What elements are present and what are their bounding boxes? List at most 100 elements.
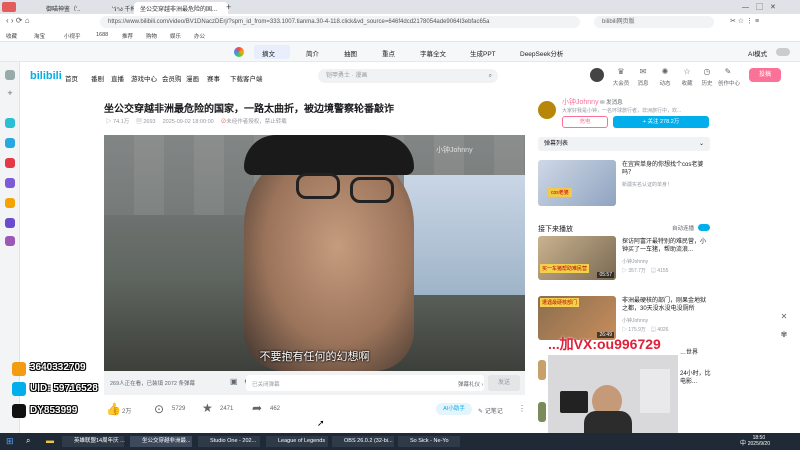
dynamic-icon[interactable]: ✺: [658, 67, 672, 76]
creator-icon[interactable]: ✎: [721, 67, 735, 76]
nav-item[interactable]: 会员购: [162, 73, 182, 83]
taskbar-item[interactable]: Studio One - 202...: [198, 436, 260, 447]
app-float-icon[interactable]: ✾: [778, 330, 790, 342]
more-icon[interactable]: ⋮: [518, 404, 526, 413]
taskbar-item[interactable]: So Sick - Ne-Yo: [398, 436, 460, 447]
video-card-title[interactable]: 24小时，比电影...: [680, 370, 716, 386]
video-card-author[interactable]: 小钟Johnny: [622, 258, 648, 265]
danmaku-input[interactable]: 已关闭弹幕 弹幕礼仪 ›: [246, 375, 484, 391]
upload-button[interactable]: 投稿: [749, 68, 781, 82]
app-icon[interactable]: [5, 236, 15, 246]
etiquette-link[interactable]: 弹幕礼仪 ›: [458, 380, 483, 388]
tool-item[interactable]: 抽图: [344, 48, 357, 58]
home-icon[interactable]: [5, 70, 15, 80]
history-icon[interactable]: ◷: [700, 67, 714, 76]
favorite-star-icon[interactable]: ★: [202, 401, 213, 415]
video-card-title[interactable]: 非洲最硬核的部门，刚果金地狱之都，30天没水没电没厕所: [622, 297, 710, 313]
video-card-thumbnail[interactable]: [538, 360, 546, 380]
uploader-avatar[interactable]: [538, 101, 556, 119]
video-card-title[interactable]: …世界: [680, 349, 716, 357]
bookmark-item[interactable]: 淘宝: [34, 32, 45, 40]
bookmark-item[interactable]: 购物: [146, 32, 157, 40]
app-icon[interactable]: [5, 138, 15, 148]
send-danmaku-button[interactable]: 发送: [488, 375, 520, 391]
video-card-thumbnail[interactable]: [538, 402, 546, 422]
tool-item[interactable]: 生成PPT: [470, 48, 496, 58]
browser-search-input[interactable]: bilibili网页版: [594, 16, 714, 28]
nav-buttons[interactable]: ‹ › ⟳ ⌂: [6, 16, 30, 25]
app-icon[interactable]: [5, 178, 15, 188]
bookmark-item[interactable]: 1688: [96, 32, 108, 38]
ad-title[interactable]: 在宜宾单身的你想找个cos老婆吗？: [622, 161, 712, 177]
ai-assistant-button[interactable]: AI小助手: [436, 403, 472, 415]
bili-search-input[interactable]: 铠甲勇士 · 漫画 ⌕: [318, 69, 498, 83]
start-icon[interactable]: ⊞: [6, 436, 14, 447]
tab-active[interactable]: 坐公交穿越非洲最危险的国...: [134, 2, 228, 14]
tool-item[interactable]: 简介: [306, 48, 319, 58]
ime-indicator[interactable]: 中: [740, 438, 746, 447]
bookmark-item[interactable]: 娱乐: [170, 32, 181, 40]
notes-button[interactable]: ✎ 记笔记: [478, 406, 503, 415]
coin-icon[interactable]: ⊙: [154, 402, 164, 416]
app-icon[interactable]: [5, 198, 15, 208]
user-avatar[interactable]: [590, 68, 604, 82]
browser-toolbar-icons[interactable]: ✂ ☆ ⋮ ≡: [730, 17, 759, 25]
extension-logo-icon[interactable]: [234, 47, 244, 57]
tab-1[interactable]: 御喵神鉴（'..: [40, 2, 102, 14]
bus-window: [404, 175, 525, 295]
taskbar-item[interactable]: 英雄联盟14周年庆 ...: [62, 436, 125, 447]
tool-item[interactable]: 重点: [382, 48, 395, 58]
nav-item[interactable]: 游戏中心: [131, 73, 157, 83]
taskbar-item[interactable]: League of Legends: [266, 436, 328, 447]
message-icon[interactable]: ✉: [636, 67, 650, 76]
profile-icon[interactable]: [2, 2, 16, 12]
share-icon[interactable]: ➦: [252, 401, 262, 415]
autoplay-toggle[interactable]: [698, 224, 710, 231]
vip-icon[interactable]: ♛: [614, 67, 628, 76]
nav-item[interactable]: 首页: [65, 73, 78, 83]
nav-item[interactable]: 漫画: [186, 73, 199, 83]
video-card-author[interactable]: 小钟Johnny: [622, 317, 648, 324]
tool-item[interactable]: 摘文: [262, 48, 275, 58]
thumb-caption: 遭遇最硬核部门: [540, 298, 580, 307]
taskbar-item[interactable]: 坐公交穿越非洲最...: [130, 436, 192, 447]
like-icon[interactable]: 👍: [106, 402, 121, 416]
danmaku-list-toggle[interactable]: 弹幕列表 ⌄: [538, 137, 710, 151]
system-clock[interactable]: 18:50 2025/9/20: [748, 435, 770, 447]
nav-item[interactable]: 直播: [111, 73, 124, 83]
ad-thumbnail[interactable]: cos老婆: [538, 160, 616, 206]
charge-button[interactable]: 充电: [562, 116, 608, 128]
window-controls[interactable]: — ▢ ✕: [742, 2, 776, 12]
video-card-thumbnail[interactable]: 买一车猪帮助难民营 05:57: [538, 236, 616, 280]
app-icon[interactable]: [5, 158, 15, 168]
ai-mode-toggle[interactable]: [776, 48, 790, 56]
app-icon[interactable]: [5, 118, 15, 128]
bookmark-item[interactable]: 小视乎: [64, 32, 81, 40]
new-tab-icon[interactable]: +: [226, 2, 231, 12]
send-message-link[interactable]: ✉ 发消息: [600, 98, 623, 106]
url-field[interactable]: https://www.bilibili.com/video/BV1DNaczD…: [100, 16, 580, 28]
favorite-icon[interactable]: ☆: [680, 67, 694, 76]
uploader-name[interactable]: 小钟Johnny: [562, 97, 599, 107]
nav-item[interactable]: 番剧: [91, 73, 104, 83]
bookmark-item[interactable]: 收藏: [6, 32, 17, 40]
app-icon[interactable]: [5, 218, 15, 228]
tool-item[interactable]: DeepSeek分析: [520, 48, 563, 58]
header-label: 创作中心: [717, 81, 740, 87]
share-float-icon[interactable]: ✕: [778, 312, 790, 324]
tool-item[interactable]: 字幕全文: [420, 48, 446, 58]
search-icon[interactable]: ⌕: [489, 69, 492, 83]
follow-button[interactable]: + 关注 278.2万: [613, 116, 709, 128]
bookmark-item[interactable]: 推荐: [122, 32, 133, 40]
bili-logo[interactable]: bilibili: [30, 70, 62, 82]
folder-icon[interactable]: ▬: [46, 436, 54, 445]
bookmark-item[interactable]: 办公: [194, 32, 205, 40]
search-taskbar-icon[interactable]: ⌕: [26, 436, 30, 446]
download-client-link[interactable]: 下载客户端: [230, 73, 263, 83]
danmaku-toggle-icon[interactable]: ▣: [230, 377, 238, 386]
taskbar-item[interactable]: OBS 26.0.2 (32-bi...: [332, 436, 394, 447]
nav-item[interactable]: 赛事: [207, 73, 220, 83]
video-player[interactable]: [104, 135, 525, 371]
add-icon[interactable]: +: [5, 88, 15, 98]
video-card-title[interactable]: 探访阿富汗最特别的难民营，小钟买了一车猪，帮助流浪...: [622, 238, 710, 254]
